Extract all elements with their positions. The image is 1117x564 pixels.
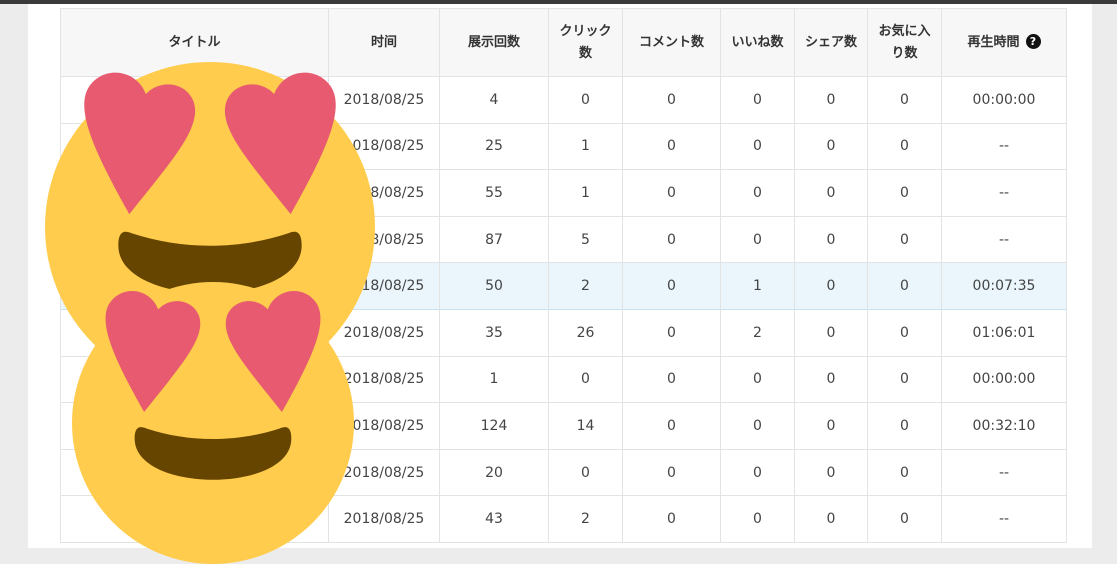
stats-panel: タイトル 时间 展示回数 クリック数 コメント数 いいね数 シェア数 お気に入り… xyxy=(28,4,1092,564)
cell-favorites: 0 xyxy=(867,169,942,217)
cell-playtime: -- xyxy=(941,215,1067,264)
header-clicks[interactable]: クリック数 xyxy=(548,8,623,77)
cell-impressions: 35 xyxy=(439,308,549,357)
cell-shares: 0 xyxy=(794,215,868,264)
cell-clicks: 26 xyxy=(548,308,623,357)
cell-shares: 0 xyxy=(794,76,868,124)
cell-impressions: 50 xyxy=(439,262,549,310)
cell-favorites: 0 xyxy=(867,495,942,543)
cell-clicks: 2 xyxy=(548,262,623,310)
cell-favorites: 0 xyxy=(867,122,942,171)
question-circle-icon[interactable]: ? xyxy=(1025,33,1041,49)
cell-likes: 0 xyxy=(720,169,795,217)
cell-shares: 0 xyxy=(794,308,868,357)
cell-playtime: -- xyxy=(941,448,1067,497)
cell-favorites: 0 xyxy=(867,308,942,357)
cell-shares: 0 xyxy=(794,495,868,543)
header-shares[interactable]: シェア数 xyxy=(794,8,868,77)
cell-favorites: 0 xyxy=(867,448,942,497)
cell-clicks: 0 xyxy=(548,355,623,404)
cell-impressions: 20 xyxy=(439,448,549,497)
cell-clicks: 5 xyxy=(548,215,623,264)
cell-clicks: 0 xyxy=(548,76,623,124)
header-likes[interactable]: いいね数 xyxy=(720,8,795,77)
cell-likes: 0 xyxy=(720,355,795,404)
cell-clicks: 1 xyxy=(548,169,623,217)
cell-likes: 0 xyxy=(720,76,795,124)
cell-comments: 0 xyxy=(622,448,721,497)
cell-shares: 0 xyxy=(794,122,868,171)
cell-likes: 2 xyxy=(720,308,795,357)
cell-clicks: 2 xyxy=(548,495,623,543)
cell-playtime: -- xyxy=(941,495,1067,543)
cell-comments: 0 xyxy=(622,308,721,357)
cell-impressions: 43 xyxy=(439,495,549,543)
cell-playtime: -- xyxy=(941,169,1067,217)
cell-favorites: 0 xyxy=(867,402,942,450)
cell-comments: 0 xyxy=(622,76,721,124)
cell-comments: 0 xyxy=(622,355,721,404)
cell-likes: 0 xyxy=(720,495,795,543)
cell-likes: 0 xyxy=(720,122,795,171)
cell-clicks: 0 xyxy=(548,448,623,497)
cell-shares: 0 xyxy=(794,355,868,404)
cell-favorites: 0 xyxy=(867,76,942,124)
cell-shares: 0 xyxy=(794,169,868,217)
header-playtime[interactable]: 再生時間? xyxy=(941,8,1067,77)
cell-comments: 0 xyxy=(622,262,721,310)
cell-impressions: 1 xyxy=(439,355,549,404)
cell-comments: 0 xyxy=(622,169,721,217)
cell-playtime: 00:32:10 xyxy=(941,402,1067,450)
cell-impressions: 55 xyxy=(439,169,549,217)
cell-likes: 0 xyxy=(720,448,795,497)
cell-playtime: 01:06:01 xyxy=(941,308,1067,357)
cell-comments: 0 xyxy=(622,402,721,450)
cell-comments: 0 xyxy=(622,215,721,264)
cell-impressions: 124 xyxy=(439,402,549,450)
heart-eyes-emoji xyxy=(72,282,354,564)
cell-likes: 0 xyxy=(720,215,795,264)
cell-shares: 0 xyxy=(794,402,868,450)
header-favorites[interactable]: お気に入り数 xyxy=(867,8,942,77)
cell-impressions: 4 xyxy=(439,76,549,124)
cell-favorites: 0 xyxy=(867,262,942,310)
cell-favorites: 0 xyxy=(867,355,942,404)
cell-shares: 0 xyxy=(794,262,868,310)
header-impressions[interactable]: 展示回数 xyxy=(439,8,549,77)
cell-impressions: 25 xyxy=(439,122,549,171)
cell-playtime: 00:07:35 xyxy=(941,262,1067,310)
cell-clicks: 14 xyxy=(548,402,623,450)
cell-likes: 0 xyxy=(720,402,795,450)
cell-impressions: 87 xyxy=(439,215,549,264)
cell-shares: 0 xyxy=(794,448,868,497)
cell-playtime: -- xyxy=(941,122,1067,171)
cell-comments: 0 xyxy=(622,122,721,171)
cell-playtime: 00:00:00 xyxy=(941,76,1067,124)
cell-clicks: 1 xyxy=(548,122,623,171)
cell-favorites: 0 xyxy=(867,215,942,264)
cell-comments: 0 xyxy=(622,495,721,543)
header-comments[interactable]: コメント数 xyxy=(622,8,721,77)
cell-playtime: 00:00:00 xyxy=(941,355,1067,404)
cell-likes: 1 xyxy=(720,262,795,310)
